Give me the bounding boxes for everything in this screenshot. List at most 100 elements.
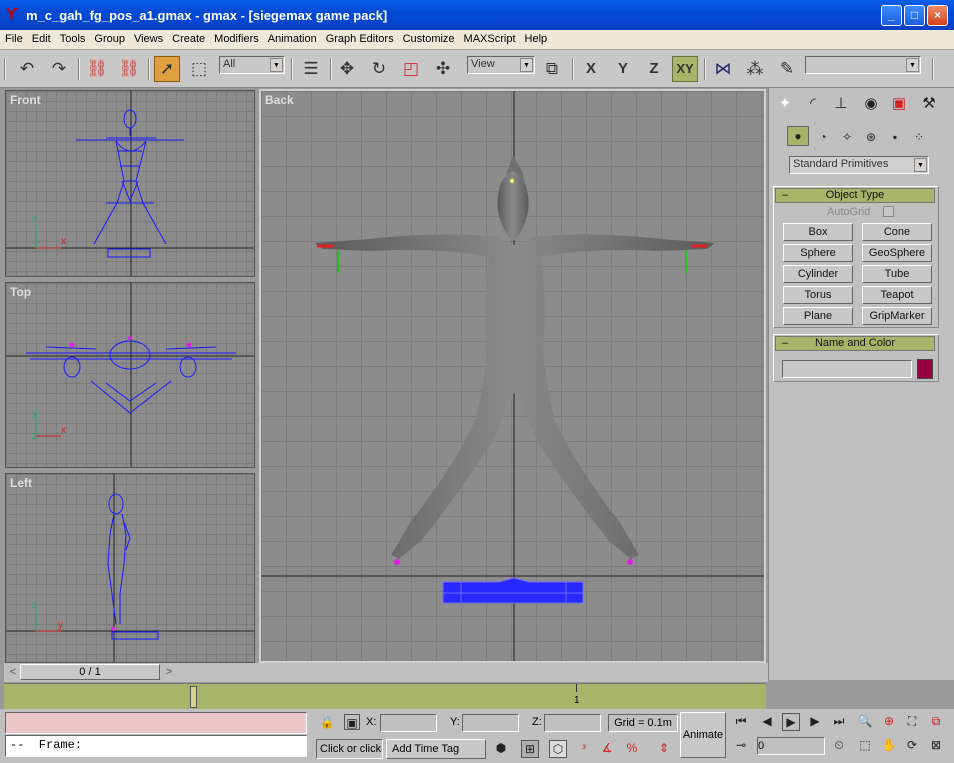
mirror-icon[interactable]: ⋈ <box>710 56 736 82</box>
time-slider-thumb[interactable]: 0 / 1 <box>20 664 160 680</box>
lights-icon[interactable]: ✧ <box>835 126 859 150</box>
play-icon[interactable]: ▶ <box>782 713 800 731</box>
menu-create[interactable]: Create <box>167 30 209 49</box>
add-time-tag-button[interactable]: Add Time Tag <box>386 739 486 759</box>
maxscript-mini-listener-top[interactable] <box>5 712 307 734</box>
helpers-icon[interactable]: ▪ <box>883 126 907 150</box>
primitive-category-dropdown[interactable]: Standard Primitives ▼ <box>789 156 929 174</box>
menu-customize[interactable]: Customize <box>398 30 459 49</box>
array-icon[interactable]: ⁂ <box>742 56 768 82</box>
reference-coordinate-dropdown[interactable]: View ▼ <box>467 56 535 74</box>
tube-button[interactable]: Tube <box>862 265 932 283</box>
modify-tab-icon[interactable]: ◜ <box>801 93 825 117</box>
chevron-down-icon[interactable]: ▼ <box>914 158 927 172</box>
plane-button[interactable]: Plane <box>783 307 853 325</box>
previous-frame-icon[interactable]: ◀ <box>758 713 776 731</box>
geometry-icon[interactable]: ● <box>787 126 809 146</box>
chevron-down-icon[interactable]: ▼ <box>270 58 283 72</box>
y-coordinate-input[interactable] <box>462 714 519 732</box>
named-selection-dropdown[interactable]: ▼ <box>805 56 921 74</box>
display-tab-icon[interactable]: ▣ <box>887 93 911 117</box>
menu-animation[interactable]: Animation <box>263 30 321 49</box>
zoom-extents-icon[interactable]: ⛶ <box>903 713 921 731</box>
time-slider[interactable]: < 0 / 1 > <box>4 663 768 682</box>
selection-filter-dropdown[interactable]: All ▼ <box>219 56 285 74</box>
object-color-swatch[interactable] <box>917 359 933 379</box>
min-max-toggle-icon[interactable]: ⊠ <box>927 737 945 755</box>
spinner-snap-icon[interactable]: ⇕ <box>655 740 673 758</box>
collapse-icon[interactable]: – <box>782 189 788 202</box>
box-button[interactable]: Box <box>783 223 853 241</box>
lock-selection-icon[interactable]: 🔒 <box>318 714 336 732</box>
chevron-down-icon[interactable]: ▼ <box>520 58 533 72</box>
hierarchy-tab-icon[interactable]: ⊥ <box>829 93 853 117</box>
track-bar[interactable]: 1 <box>4 683 766 709</box>
absolute-mode-icon[interactable]: ▣ <box>344 714 360 730</box>
name-color-rollout-header[interactable]: – Name and Color <box>775 336 935 351</box>
cameras-icon[interactable]: ⊛ <box>859 126 883 150</box>
menu-file[interactable]: File <box>0 30 27 49</box>
arc-rotate-icon[interactable]: ⟳ <box>903 737 921 755</box>
viewport-left[interactable]: Left y z <box>5 473 255 663</box>
field-of-view-icon[interactable]: ⬚ <box>856 737 874 755</box>
shapes-icon[interactable]: ◔ <box>811 126 835 150</box>
undo-icon[interactable]: ↶ <box>14 56 40 82</box>
selection-lock-icon[interactable]: ⬢ <box>492 740 510 758</box>
object-name-input[interactable] <box>782 360 912 378</box>
torus-button[interactable]: Torus <box>783 286 853 304</box>
select-by-name-icon[interactable]: ☰ <box>298 56 324 82</box>
restrict-to-z-button[interactable]: Z <box>641 56 667 82</box>
menu-tools[interactable]: Tools <box>55 30 90 49</box>
go-to-start-icon[interactable]: ⏮ <box>732 713 750 731</box>
redo-icon[interactable]: ↷ <box>46 56 72 82</box>
viewport-front[interactable]: Front x z <box>5 90 255 277</box>
select-and-move-icon[interactable]: ✥ <box>334 56 360 82</box>
select-and-rotate-icon[interactable]: ↻ <box>366 56 392 82</box>
select-and-link-icon[interactable]: ⛓ <box>84 56 110 82</box>
x-coordinate-input[interactable] <box>380 714 437 732</box>
toolbar-grip[interactable] <box>4 58 6 80</box>
time-cursor[interactable] <box>190 686 197 708</box>
object-type-rollout-header[interactable]: – Object Type <box>775 188 935 203</box>
restrict-to-x-button[interactable]: X <box>578 56 604 82</box>
menu-group[interactable]: Group <box>89 30 129 49</box>
maximize-button[interactable]: □ <box>904 5 925 26</box>
gripmarker-button[interactable]: GripMarker <box>862 307 932 325</box>
create-tab-icon[interactable]: ✦ <box>773 93 797 117</box>
time-configuration-icon[interactable]: ⏲ <box>830 737 848 755</box>
degradation-override-icon[interactable]: ⬡ <box>549 740 567 758</box>
gmax-app-icon[interactable]: ϒ <box>6 6 22 24</box>
teapot-button[interactable]: Teapot <box>862 286 932 304</box>
pan-icon[interactable]: ✋ <box>880 737 898 755</box>
chevron-down-icon[interactable]: ▼ <box>906 58 919 72</box>
menu-edit[interactable]: Edit <box>27 30 55 49</box>
select-region-icon[interactable]: ⬚ <box>186 56 212 82</box>
time-slider-next-button[interactable]: > <box>162 664 176 680</box>
current-frame-input[interactable] <box>757 737 825 755</box>
zoom-extents-all-icon[interactable]: ⧉ <box>927 713 945 731</box>
crossing-selection-icon[interactable]: ⊞ <box>521 740 539 758</box>
z-coordinate-input[interactable] <box>544 714 601 732</box>
next-frame-icon[interactable]: ▶ <box>806 713 824 731</box>
zoom-all-icon[interactable]: ⊕ <box>880 713 898 731</box>
time-slider-prev-button[interactable]: < <box>6 664 20 680</box>
go-to-end-icon[interactable]: ⏭ <box>830 713 848 731</box>
autogrid-checkbox[interactable] <box>883 206 894 217</box>
sphere-button[interactable]: Sphere <box>783 244 853 262</box>
percent-snap-icon[interactable]: % <box>623 740 641 758</box>
menu-maxscript[interactable]: MAXScript <box>459 30 520 49</box>
cylinder-button[interactable]: Cylinder <box>783 265 853 283</box>
viewport-back[interactable]: Back <box>259 89 766 663</box>
menu-views[interactable]: Views <box>129 30 167 49</box>
zoom-icon[interactable]: 🔍 <box>856 713 874 731</box>
space-warps-icon[interactable]: ⁘ <box>907 126 931 150</box>
angle-snap-icon[interactable]: ∡ <box>598 740 616 758</box>
cone-button[interactable]: Cone <box>862 223 932 241</box>
collapse-icon[interactable]: – <box>782 337 788 350</box>
pivot-center-icon[interactable]: ⧉ <box>539 56 565 82</box>
title-bar[interactable]: ϒ m_c_gah_fg_pos_a1.gmax - gmax - [siege… <box>0 0 954 30</box>
select-and-scale-icon[interactable]: ◰ <box>398 56 424 82</box>
restrict-to-xy-button[interactable]: XY <box>672 56 698 82</box>
menu-graph-editors[interactable]: Graph Editors <box>321 30 398 49</box>
select-and-manipulate-icon[interactable]: ✣ <box>430 56 456 82</box>
